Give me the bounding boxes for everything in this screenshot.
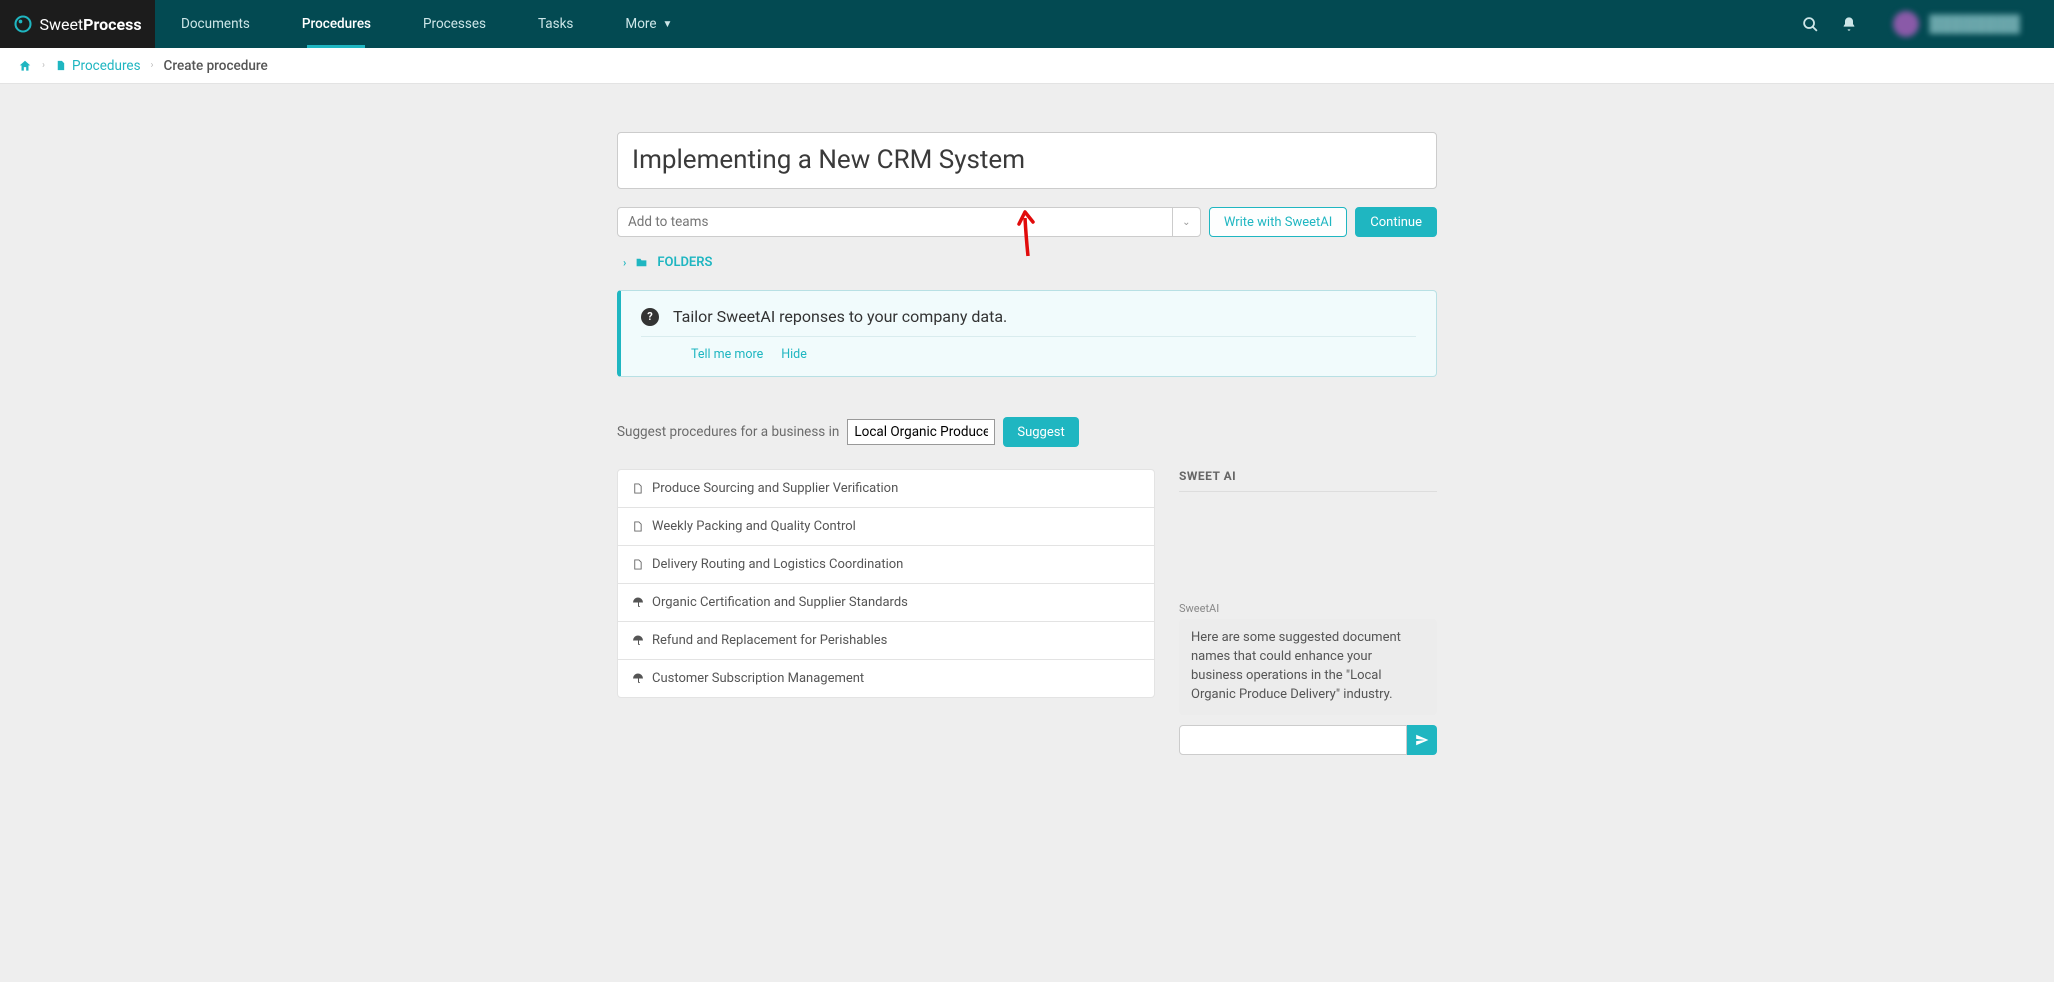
search-icon[interactable] bbox=[1802, 16, 1819, 33]
suggestion-item[interactable]: Weekly Packing and Quality Control bbox=[618, 508, 1154, 546]
umbrella-icon bbox=[632, 596, 644, 609]
breadcrumb-procedures[interactable]: Procedures bbox=[55, 58, 141, 74]
suggestion-item[interactable]: Delivery Routing and Logistics Coordinat… bbox=[618, 546, 1154, 584]
procedure-title-input[interactable] bbox=[617, 132, 1437, 189]
sweetai-panel: SWEET AI SweetAI Here are some suggested… bbox=[1179, 469, 1437, 754]
suggestion-label: Organic Certification and Supplier Stand… bbox=[652, 595, 908, 610]
infobox-header: ? Tailor SweetAI reponses to your compan… bbox=[641, 307, 1416, 337]
document-icon bbox=[632, 520, 644, 533]
suggestion-item[interactable]: Customer Subscription Management bbox=[618, 660, 1154, 697]
infobox-headline: Tailor SweetAI reponses to your company … bbox=[673, 307, 1007, 326]
folder-icon bbox=[634, 256, 649, 269]
ai-message: Here are some suggested document names t… bbox=[1179, 619, 1437, 714]
suggestion-label: Weekly Packing and Quality Control bbox=[652, 519, 856, 534]
breadcrumb-home[interactable] bbox=[18, 59, 32, 73]
suggestion-item[interactable]: Organic Certification and Supplier Stand… bbox=[618, 584, 1154, 622]
suggestion-item[interactable]: Produce Sourcing and Supplier Verificati… bbox=[618, 470, 1154, 508]
infobox-links: Tell me more Hide bbox=[641, 337, 1416, 362]
chevron-down-icon: ▼ bbox=[663, 19, 673, 30]
nav-right: ████████ bbox=[1802, 5, 2054, 43]
ai-send-button[interactable] bbox=[1407, 725, 1437, 755]
nav-tasks[interactable]: Tasks bbox=[512, 0, 599, 48]
suggest-row: Suggest procedures for a business in Sug… bbox=[617, 417, 1437, 447]
suggest-prefix: Suggest procedures for a business in bbox=[617, 424, 839, 440]
suggestion-label: Delivery Routing and Logistics Coordinat… bbox=[652, 557, 903, 572]
send-icon bbox=[1415, 733, 1429, 747]
breadcrumb-current: Create procedure bbox=[164, 58, 268, 74]
avatar bbox=[1893, 11, 1919, 37]
document-icon bbox=[632, 482, 644, 495]
folders-label: FOLDERS bbox=[657, 255, 712, 270]
breadcrumb: › Procedures › Create procedure bbox=[0, 48, 2054, 84]
document-icon bbox=[632, 558, 644, 571]
user-name: ████████ bbox=[1929, 14, 2020, 34]
suggest-button[interactable]: Suggest bbox=[1003, 417, 1078, 447]
suggestion-label: Produce Sourcing and Supplier Verificati… bbox=[652, 481, 898, 496]
folders-toggle[interactable]: › FOLDERS bbox=[623, 255, 712, 270]
nav-documents[interactable]: Documents bbox=[155, 0, 276, 48]
ai-chat-input[interactable] bbox=[1179, 725, 1407, 755]
suggestion-label: Refund and Replacement for Perishables bbox=[652, 633, 887, 648]
teams-input[interactable] bbox=[618, 208, 1172, 236]
nav-more[interactable]: More▼ bbox=[599, 0, 698, 48]
form-row: ⌄ Write with SweetAI Continue bbox=[617, 207, 1437, 237]
tell-me-more-link[interactable]: Tell me more bbox=[691, 347, 763, 362]
chevron-right-icon: › bbox=[623, 256, 626, 269]
umbrella-icon bbox=[632, 634, 644, 647]
main-content: ⌄ Write with SweetAI Continue › FOLDERS … bbox=[617, 132, 1437, 755]
sweetai-info-box: ? Tailor SweetAI reponses to your compan… bbox=[617, 290, 1437, 377]
breadcrumb-sep: › bbox=[42, 60, 45, 71]
teams-select[interactable]: ⌄ bbox=[617, 207, 1201, 237]
sweetai-title: SWEET AI bbox=[1179, 469, 1437, 492]
content-columns: Produce Sourcing and Supplier Verificati… bbox=[617, 469, 1437, 754]
logo-icon bbox=[13, 14, 33, 34]
umbrella-icon bbox=[632, 672, 644, 685]
suggestions-list: Produce Sourcing and Supplier Verificati… bbox=[617, 469, 1155, 698]
suggestion-item[interactable]: Refund and Replacement for Perishables bbox=[618, 622, 1154, 660]
user-menu[interactable]: ████████ bbox=[1879, 5, 2034, 43]
hide-link[interactable]: Hide bbox=[781, 347, 807, 362]
ai-sender-label: SweetAI bbox=[1179, 602, 1437, 615]
ai-input-row bbox=[1179, 725, 1437, 755]
question-icon: ? bbox=[641, 308, 659, 326]
business-type-input[interactable] bbox=[847, 419, 995, 445]
nav-links: Documents Procedures Processes Tasks Mor… bbox=[155, 0, 698, 48]
logo[interactable]: SweetProcess bbox=[0, 0, 155, 48]
top-nav: SweetProcess Documents Procedures Proces… bbox=[0, 0, 2054, 48]
nav-procedures[interactable]: Procedures bbox=[276, 0, 397, 48]
nav-processes[interactable]: Processes bbox=[397, 0, 512, 48]
logo-text: SweetProcess bbox=[39, 15, 141, 34]
suggestion-label: Customer Subscription Management bbox=[652, 671, 864, 686]
write-with-sweetai-button[interactable]: Write with SweetAI bbox=[1209, 207, 1347, 237]
continue-button[interactable]: Continue bbox=[1355, 207, 1437, 237]
breadcrumb-sep: › bbox=[151, 60, 154, 71]
chevron-down-icon[interactable]: ⌄ bbox=[1172, 208, 1200, 236]
bell-icon[interactable] bbox=[1841, 16, 1857, 32]
